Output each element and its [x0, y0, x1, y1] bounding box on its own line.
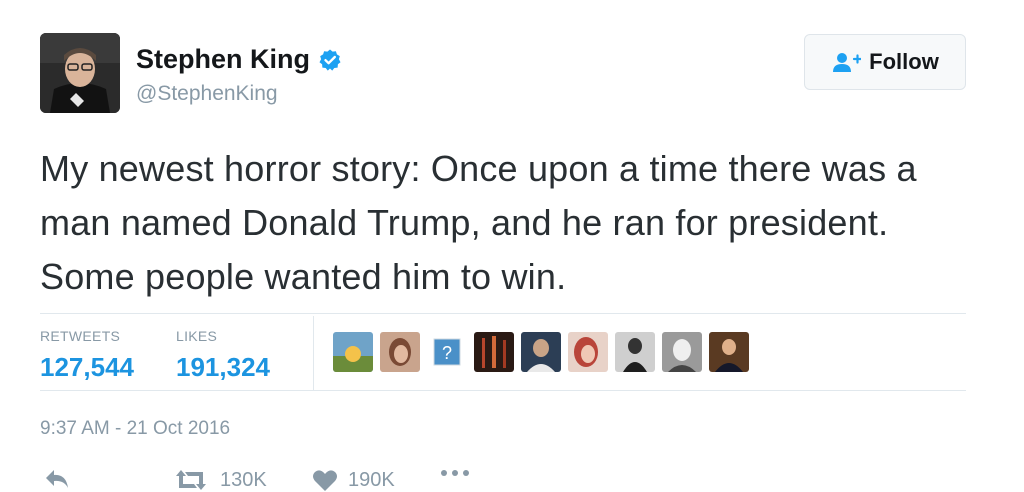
liker-avatar[interactable]	[521, 332, 561, 372]
verified-badge-icon	[319, 49, 341, 71]
tweet-timestamp[interactable]: 9:37 AM - 21 Oct 2016	[40, 418, 230, 440]
svg-text:?: ?	[442, 343, 452, 363]
retweet-button[interactable]: 130K	[172, 468, 267, 492]
liker-avatar[interactable]	[709, 332, 749, 372]
author-avatar[interactable]	[40, 33, 120, 113]
liker-avatar[interactable]: ?	[427, 332, 467, 372]
liker-avatars: ?	[333, 332, 749, 372]
author-handle[interactable]: @StephenKing	[136, 82, 278, 106]
likes-count[interactable]: 191,324	[176, 352, 270, 383]
retweets-count[interactable]: 127,544	[40, 352, 134, 383]
liker-avatar[interactable]	[474, 332, 514, 372]
stats-separator	[313, 316, 314, 390]
liker-avatar[interactable]	[615, 332, 655, 372]
liker-avatar[interactable]	[380, 332, 420, 372]
reply-icon	[46, 470, 68, 488]
retweets-stat[interactable]: RETWEETS 127,544	[40, 328, 134, 383]
divider-top	[40, 313, 966, 314]
follow-button[interactable]: Follow	[804, 34, 966, 90]
heart-icon	[313, 470, 337, 491]
author-name[interactable]: Stephen King	[136, 44, 310, 75]
like-count: 190K	[348, 468, 395, 491]
likes-stat[interactable]: LIKES 191,324	[176, 328, 270, 383]
follow-label: Follow	[869, 49, 939, 74]
retweets-label: RETWEETS	[40, 328, 121, 344]
like-button[interactable]: 190K	[312, 468, 395, 492]
likes-label: LIKES	[176, 328, 218, 344]
reply-button[interactable]	[44, 468, 70, 490]
add-user-icon	[833, 53, 862, 72]
divider-bottom	[40, 390, 966, 391]
more-dots-icon	[441, 470, 469, 476]
retweet-count: 130K	[220, 468, 267, 491]
retweet-icon	[176, 470, 206, 490]
liker-avatar[interactable]	[568, 332, 608, 372]
liker-avatar[interactable]	[333, 332, 373, 372]
more-options-button[interactable]	[440, 468, 470, 478]
author-name-row[interactable]: Stephen King	[136, 44, 342, 75]
liker-avatar[interactable]	[662, 332, 702, 372]
tweet-text: My newest horror story: Once upon a time…	[40, 148, 917, 297]
